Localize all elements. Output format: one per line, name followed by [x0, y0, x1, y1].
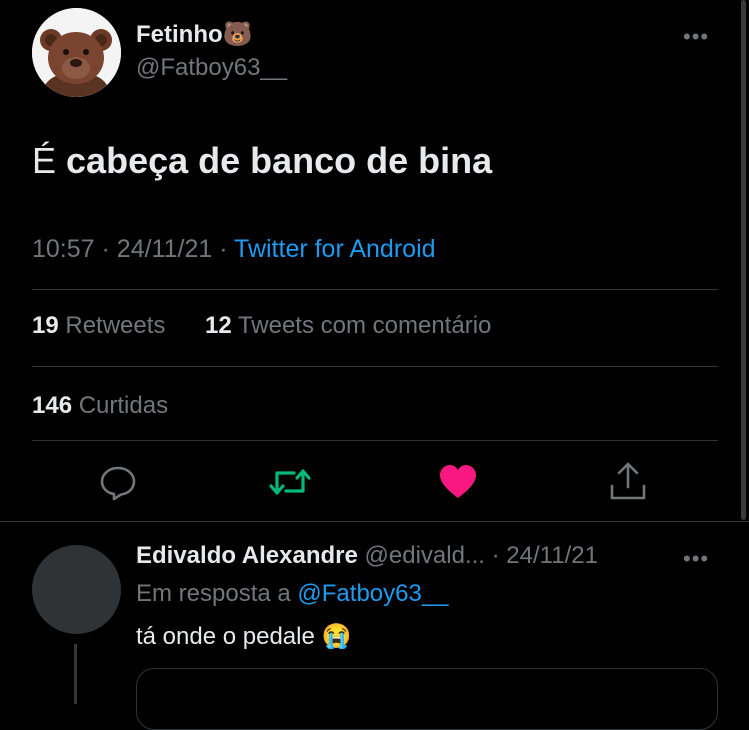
retweet-icon	[269, 469, 311, 495]
heart-icon	[440, 465, 476, 498]
author-name[interactable]: Fetinho🐻	[136, 20, 253, 49]
retweets-stat[interactable]: 19 Retweets	[32, 312, 165, 340]
reply-author-handle[interactable]: @edivald...	[365, 542, 485, 569]
reply-button[interactable]	[98, 462, 138, 502]
reply-author-name[interactable]: Edivaldo Alexandre	[136, 542, 358, 569]
share-button[interactable]	[608, 460, 648, 500]
reply-icon	[100, 466, 136, 501]
retweet-button[interactable]	[268, 462, 311, 502]
quoted-tweet-card[interactable]	[136, 668, 718, 730]
meta-separator: ·	[491, 542, 500, 569]
quote-tweets-stat[interactable]: 12 Tweets com comentário	[205, 312, 491, 340]
more-options-button[interactable]: •••	[683, 24, 709, 50]
divider	[32, 289, 718, 290]
retweets-count: 19	[32, 312, 59, 339]
reply-to-label: Em resposta a	[136, 580, 291, 607]
quotes-count: 12	[205, 312, 232, 339]
retweets-label: Retweets	[65, 312, 166, 339]
likes-count: 146	[32, 392, 73, 419]
tweet-text-bold: cabeça de banco de bina	[66, 140, 493, 181]
reply-more-options-button[interactable]: •••	[683, 546, 709, 572]
tweet-source-link[interactable]: Twitter for Android	[234, 235, 435, 263]
reply-date[interactable]: 24/11/21	[506, 542, 598, 569]
likes-label: Curtidas	[78, 392, 169, 419]
tweet-date[interactable]: 24/11/21	[117, 235, 212, 263]
likes-stat[interactable]: 146 Curtidas	[32, 392, 168, 420]
divider	[32, 440, 718, 441]
reply-author-avatar[interactable]	[32, 545, 121, 634]
meta-separator: ·	[101, 235, 110, 263]
like-button[interactable]	[438, 462, 478, 502]
reply-text: tá onde o pedale 😭	[136, 622, 351, 651]
divider	[32, 366, 718, 367]
reply-header: Edivaldo Alexandre @edivald... · 24/11/2…	[136, 542, 598, 570]
thread-line	[74, 644, 77, 704]
section-divider	[0, 521, 749, 522]
reply-text-content: tá onde o pedale	[136, 623, 315, 650]
bear-emoji: 🐻	[222, 21, 253, 48]
reply-to-mention[interactable]: @Fatboy63__	[297, 580, 448, 607]
tweet-time[interactable]: 10:57	[32, 235, 95, 263]
author-avatar[interactable]	[32, 8, 121, 97]
quotes-label: Tweets com comentário	[237, 312, 492, 339]
tweet-text: É cabeça de banco de bina	[32, 140, 492, 182]
reply-to-line: Em resposta a @Fatboy63__	[136, 580, 449, 608]
scrollbar[interactable]	[741, 0, 746, 520]
author-handle[interactable]: @Fatboy63__	[136, 54, 287, 82]
tweet-text-prefix: É	[32, 140, 57, 181]
bear-avatar-image	[32, 8, 121, 97]
share-icon	[610, 462, 646, 500]
author-name-text: Fetinho	[136, 21, 223, 48]
meta-separator: ·	[219, 235, 228, 263]
crying-emoji: 😭	[321, 623, 352, 650]
tweet-meta: 10:57 · 24/11/21 · Twitter for Android	[32, 235, 436, 264]
